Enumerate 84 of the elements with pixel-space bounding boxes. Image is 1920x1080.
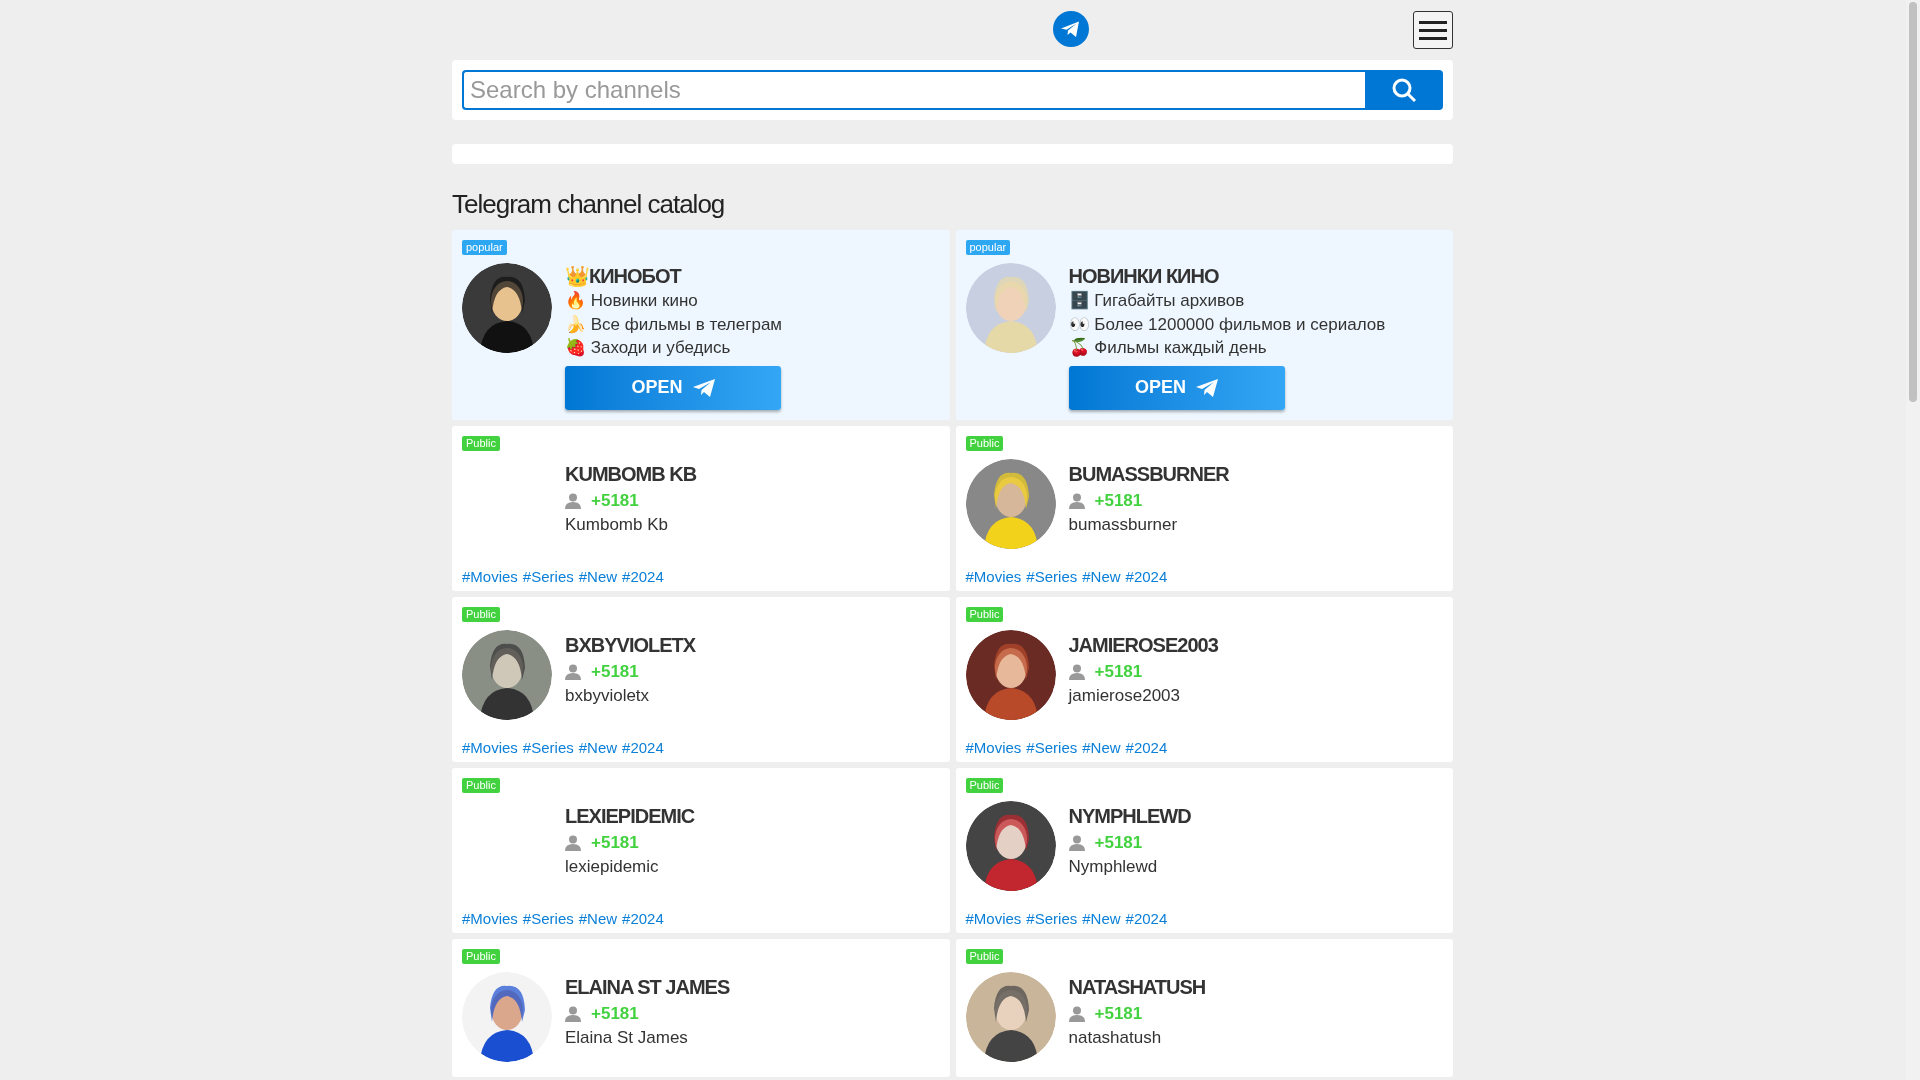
user-icon — [1068, 663, 1085, 680]
search-icon — [1391, 77, 1417, 103]
channel-title: ELAINA ST JAMES — [565, 975, 730, 1000]
channel-title: BXBYVIOLETX — [565, 633, 696, 658]
channel-username: natashatush — [1068, 1027, 1163, 1049]
channel-username: bxbyvioletx — [565, 685, 651, 707]
badge: Public — [965, 949, 1004, 964]
user-icon — [565, 492, 581, 509]
channel-title: NATASHATUSH — [1068, 975, 1206, 1000]
badge: Public — [965, 778, 1004, 793]
tag-link[interactable]: #2024 — [1125, 908, 1168, 931]
tag-link[interactable]: #2024 — [1125, 737, 1168, 760]
channel-username: jamierose2003 — [1068, 685, 1181, 707]
description-line: 🍌 Все фильмы в телеграм — [565, 313, 783, 336]
channel-username: Nymphlewd — [1068, 856, 1159, 878]
tag-link[interactable]: #Series — [1026, 908, 1078, 931]
tag-link[interactable]: #New — [1082, 737, 1121, 760]
subscriber-count: +5181 — [1094, 489, 1143, 512]
badge: popular — [965, 240, 1011, 255]
menu-button[interactable] — [1413, 11, 1453, 49]
tag-link[interactable]: #Movies — [462, 737, 518, 760]
search-field[interactable]: Search by channels — [462, 70, 1365, 110]
channel-title: 👑КИНОБОТ — [565, 264, 683, 289]
badge: Public — [462, 436, 500, 451]
badge: popular — [462, 240, 507, 255]
paper-plane-icon — [692, 378, 715, 397]
subscriber-count: +5181 — [591, 489, 639, 512]
description-line: 🍓 Заходи и убедись — [565, 337, 732, 359]
subscriber-count: +5181 — [1094, 660, 1143, 683]
page-heading: Telegram channel catalog — [452, 188, 726, 220]
channel-username: Kumbomb Kb — [565, 514, 669, 536]
search-button[interactable] — [1365, 70, 1443, 110]
tag-link[interactable]: #Movies — [462, 566, 518, 589]
user-icon — [565, 1005, 581, 1022]
user-icon — [1068, 834, 1085, 851]
description-line: 🍒 Фильмы каждый день — [1068, 337, 1268, 359]
tag-link[interactable]: #2024 — [1125, 566, 1168, 589]
channel-username: bumassburner — [1068, 514, 1179, 536]
tag-link[interactable]: #New — [578, 737, 618, 760]
description-line: 🔥 Новинки кино — [565, 290, 699, 312]
subscriber-count: +5181 — [591, 660, 639, 683]
channel-title: NYMPHLEWD — [1068, 804, 1191, 829]
badge: Public — [462, 607, 500, 622]
tag-link[interactable]: #Series — [522, 908, 574, 931]
subscriber-count: +5181 — [591, 831, 639, 854]
tag-link[interactable]: #Movies — [965, 566, 1022, 589]
description-line: 🗄 Гигабайты архивов — [1068, 290, 1246, 312]
tag-link[interactable]: #2024 — [622, 566, 664, 589]
badge: Public — [462, 949, 500, 964]
tag-link[interactable]: #New — [1082, 566, 1121, 589]
telegram-logo-icon[interactable] — [1053, 11, 1089, 47]
tag-link[interactable]: #New — [1082, 908, 1121, 931]
subscriber-count: +5181 — [591, 1002, 639, 1025]
tag-link[interactable]: #Series — [522, 566, 574, 589]
badge: Public — [462, 778, 500, 793]
open-button[interactable]: OPEN — [1068, 365, 1285, 410]
user-icon — [1068, 492, 1085, 509]
paper-plane-icon — [1196, 378, 1218, 397]
subscriber-count: +5181 — [1094, 1002, 1143, 1025]
channel-title: JAMIEROSE2003 — [1068, 633, 1218, 658]
channel-username: Elaina St James — [565, 1027, 689, 1049]
tag-link[interactable]: #2024 — [622, 737, 664, 760]
description-line: 👀 Более 1200000 фильмов и сериалов — [1068, 313, 1386, 336]
channel-title: LEXIEPIDEMIC — [565, 804, 695, 829]
user-icon — [1068, 1005, 1085, 1022]
tag-link[interactable]: #Series — [1026, 737, 1078, 760]
user-icon — [565, 663, 581, 680]
channel-username: lexiepidemic — [565, 856, 660, 878]
tag-link[interactable]: #Movies — [462, 908, 518, 931]
channel-title: BUMASSBURNER — [1068, 462, 1229, 487]
badge: Public — [965, 436, 1004, 451]
tag-link[interactable]: #Movies — [965, 908, 1022, 931]
user-icon — [565, 834, 581, 851]
tag-link[interactable]: #Series — [1026, 566, 1078, 589]
tag-link[interactable]: #Series — [522, 737, 574, 760]
tag-link[interactable]: #2024 — [622, 908, 664, 931]
subscriber-count: +5181 — [1094, 831, 1143, 854]
open-button[interactable]: OPEN — [565, 365, 781, 410]
tag-link[interactable]: #New — [578, 566, 618, 589]
tag-link[interactable]: #Movies — [965, 737, 1022, 760]
channel-title: KUMBOMB KB — [565, 462, 697, 487]
tag-link[interactable]: #New — [578, 908, 618, 931]
channel-title: НОВИНКИ КИНО — [1068, 264, 1220, 289]
badge: Public — [965, 607, 1004, 622]
